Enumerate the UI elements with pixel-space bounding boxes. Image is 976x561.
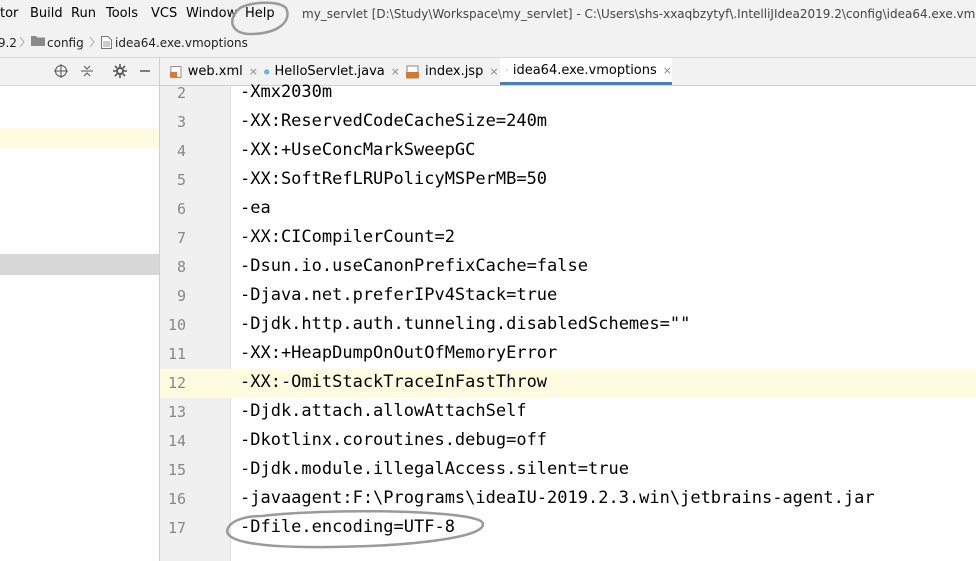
close-icon[interactable]: ×: [489, 65, 498, 78]
gear-icon[interactable]: [113, 64, 127, 78]
code-text[interactable]: -XX:CICompilerCount=2: [240, 227, 455, 247]
breadcrumb: .9.2 config idea64.exe.vmoptions: [0, 29, 976, 58]
line-number: 7: [176, 229, 186, 247]
line-number: 10: [167, 316, 186, 334]
code-text[interactable]: -Djdk.http.auth.tunneling.disabledScheme…: [240, 314, 690, 334]
file-icon: [101, 36, 112, 49]
text-file-icon: [506, 69, 508, 71]
code-line[interactable]: 15 -Djdk.module.illegalAccess.silent=true: [160, 456, 976, 485]
chevron-right-icon: [19, 36, 25, 48]
project-panel-toolbar: [0, 58, 159, 86]
code-text[interactable]: -Dfile.encoding=UTF-8: [240, 517, 455, 537]
code-line[interactable]: 11 -XX:+HeapDumpOnOutOfMemoryError: [160, 340, 976, 369]
code-text[interactable]: -XX:+UseConcMarkSweepGC: [240, 140, 475, 160]
line-number: 5: [176, 171, 186, 189]
code-text[interactable]: -XX:SoftRefLRUPolicyMSPerMB=50: [240, 169, 547, 189]
line-number: 2: [176, 84, 186, 102]
target-icon[interactable]: [54, 64, 68, 78]
line-number: 14: [167, 432, 186, 450]
xml-file-icon: [170, 65, 182, 78]
code-line[interactable]: 2 -Xmx2030m: [160, 79, 976, 108]
line-number: 12: [167, 374, 186, 392]
code-text[interactable]: -javaagent:F:\Programs\ideaIU-2019.2.3.w…: [240, 488, 875, 508]
code-line[interactable]: 8 -Dsun.io.useCanonPrefixCache=false: [160, 253, 976, 282]
line-number: 13: [167, 403, 186, 421]
collapse-icon[interactable]: [80, 64, 94, 78]
breadcrumb-item-file[interactable]: idea64.exe.vmoptions: [115, 36, 248, 50]
line-number: 16: [167, 490, 186, 508]
close-icon[interactable]: ×: [249, 65, 258, 78]
line-number: 3: [176, 113, 186, 131]
jsp-file-icon: [406, 65, 419, 78]
code-text[interactable]: -XX:+HeapDumpOnOutOfMemoryError: [240, 343, 557, 363]
project-panel: [0, 58, 160, 561]
code-text[interactable]: -XX:ReservedCodeCacheSize=240m: [240, 111, 547, 131]
breadcrumb-item-root[interactable]: .9.2: [0, 36, 17, 50]
java-class-icon: C: [264, 68, 270, 75]
code-line[interactable]: 7 -XX:CICompilerCount=2: [160, 224, 976, 253]
line-number: 4: [176, 142, 186, 160]
code-line[interactable]: 13 -Djdk.attach.allowAttachSelf: [160, 398, 976, 427]
code-line[interactable]: 6 -ea: [160, 195, 976, 224]
line-number: 9: [176, 287, 186, 305]
line-number: 15: [167, 461, 186, 479]
line-number: 17: [167, 519, 186, 537]
code-text[interactable]: -XX:-OmitStackTraceInFastThrow: [240, 372, 547, 392]
tree-row-selected[interactable]: [0, 254, 159, 275]
tab-label: web.xml: [187, 64, 243, 79]
code-line[interactable]: 5 -XX:SoftRefLRUPolicyMSPerMB=50: [160, 166, 976, 195]
minimize-icon[interactable]: [138, 64, 152, 78]
code-line[interactable]: 14 -Dkotlinx.coroutines.debug=off: [160, 427, 976, 456]
code-line[interactable]: 16 -javaagent:F:\Programs\ideaIU-2019.2.3…: [160, 485, 976, 514]
menu-editor[interactable]: tor: [0, 6, 18, 21]
code-line-current[interactable]: 12 -XX:-OmitStackTraceInFastThrow: [160, 369, 976, 398]
tree-row-current[interactable]: [0, 128, 159, 148]
code-text[interactable]: -Djdk.module.illegalAccess.silent=true: [240, 459, 629, 479]
line-number: 11: [167, 345, 186, 363]
code-line[interactable]: 10 -Djdk.http.auth.tunneling.disabledSche…: [160, 311, 976, 340]
tab-label: HelloServlet.java: [274, 64, 385, 79]
folder-icon: [31, 36, 45, 46]
code-line[interactable]: 9 -Djava.net.preferIPv4Stack=true: [160, 282, 976, 311]
code-text[interactable]: -Dkotlinx.coroutines.debug=off: [240, 430, 547, 450]
code-text[interactable]: -Djdk.attach.allowAttachSelf: [240, 401, 527, 421]
code-line[interactable]: 3 -XX:ReservedCodeCacheSize=240m: [160, 108, 976, 137]
menu-vcs[interactable]: VCS: [151, 6, 177, 21]
tab-label: idea64.exe.vmoptions: [512, 62, 657, 78]
code-text[interactable]: -Xmx2030m: [240, 82, 332, 102]
code-line[interactable]: 4 -XX:+UseConcMarkSweepGC: [160, 137, 976, 166]
close-icon[interactable]: ×: [663, 64, 672, 77]
menu-build[interactable]: Build: [30, 6, 63, 21]
code-text[interactable]: -ea: [240, 198, 271, 218]
breadcrumb-item-config[interactable]: config: [47, 36, 84, 50]
menu-run[interactable]: Run: [71, 6, 96, 21]
tab-label: index.jsp: [425, 64, 484, 79]
line-number: 6: [176, 200, 186, 218]
code-line[interactable]: 17 -Dfile.encoding=UTF-8: [160, 514, 976, 543]
window-title: my_servlet [D:\Study\Workspace\my_servle…: [302, 7, 976, 21]
menu-tools[interactable]: Tools: [106, 6, 138, 21]
code-text[interactable]: -Djava.net.preferIPv4Stack=true: [240, 285, 557, 305]
chevron-right-icon: [89, 36, 95, 48]
menu-bar: tor Build Run Tools VCS Window Help my_s…: [0, 0, 976, 29]
menu-window[interactable]: Window: [186, 6, 237, 21]
close-icon[interactable]: ×: [391, 65, 400, 78]
code-text[interactable]: -Dsun.io.useCanonPrefixCache=false: [240, 256, 588, 276]
menu-help[interactable]: Help: [245, 6, 275, 21]
line-number: 8: [176, 258, 186, 276]
